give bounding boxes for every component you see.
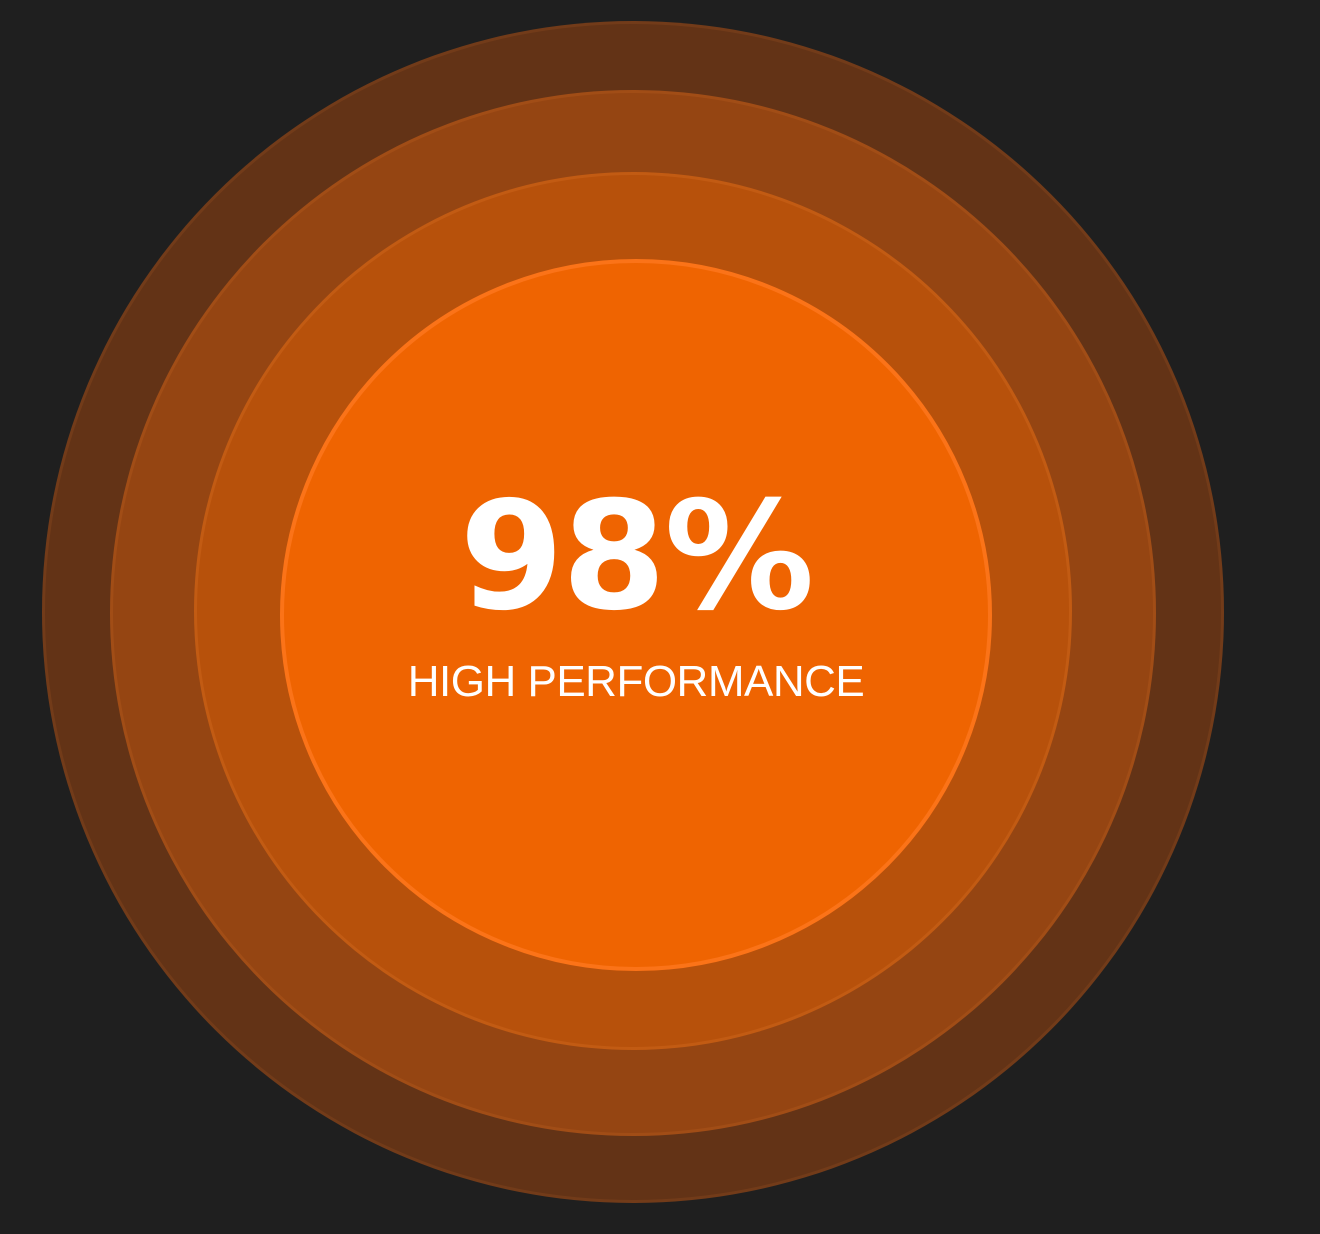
metric-content: 98% HIGH PERFORMANCE: [280, 259, 992, 971]
performance-badge: 98% HIGH PERFORMANCE: [0, 0, 1320, 1234]
metric-label: HIGH PERFORMANCE: [407, 657, 865, 706]
metric-value: 98%: [459, 470, 814, 644]
